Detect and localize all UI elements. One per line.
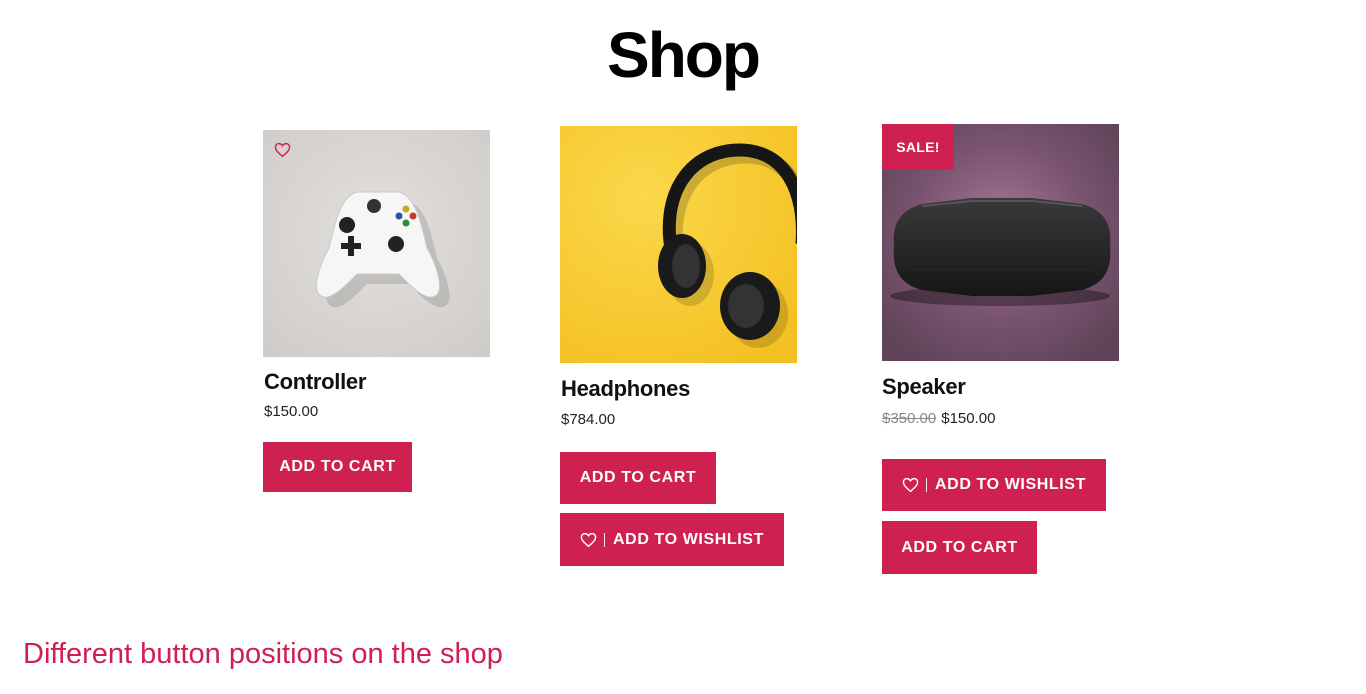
add-to-wishlist-button[interactable]: ADD TO WISHLIST [560, 513, 784, 566]
caption: Different button positions on the shop [23, 638, 503, 670]
product-image-controller[interactable] [263, 130, 490, 357]
separator [926, 478, 928, 492]
add-to-wishlist-button[interactable]: ADD TO WISHLIST [882, 459, 1106, 511]
sale-price: $150.00 [941, 410, 996, 427]
add-to-cart-button[interactable]: ADD TO CART [263, 442, 412, 492]
separator [604, 532, 606, 547]
heart-icon [902, 477, 919, 493]
product-name[interactable]: Controller [264, 369, 366, 395]
product-price: $350.00 $150.00 [882, 410, 995, 427]
heart-icon [580, 532, 597, 548]
controller-image [263, 130, 490, 357]
product-image-headphones[interactable] [560, 126, 797, 363]
product-price: $150.00 [264, 403, 319, 420]
heart-icon[interactable] [274, 142, 291, 158]
add-to-wishlist-label: ADD TO WISHLIST [613, 530, 764, 548]
add-to-cart-button[interactable]: ADD TO CART [560, 452, 716, 504]
old-price: $350.00 [882, 410, 937, 427]
headphones-image [560, 126, 797, 363]
product-name[interactable]: Speaker [882, 374, 966, 400]
product-name[interactable]: Headphones [561, 376, 690, 402]
page-title: Shop [607, 19, 761, 91]
product-price: $784.00 [561, 411, 616, 428]
add-to-wishlist-label: ADD TO WISHLIST [935, 476, 1086, 493]
add-to-cart-label: ADD TO CART [579, 469, 697, 486]
sale-badge: SALE! [882, 124, 954, 170]
add-to-cart-label: ADD TO CART [279, 458, 396, 475]
add-to-cart-label: ADD TO CART [901, 538, 1018, 556]
add-to-cart-button[interactable]: ADD TO CART [882, 521, 1037, 574]
